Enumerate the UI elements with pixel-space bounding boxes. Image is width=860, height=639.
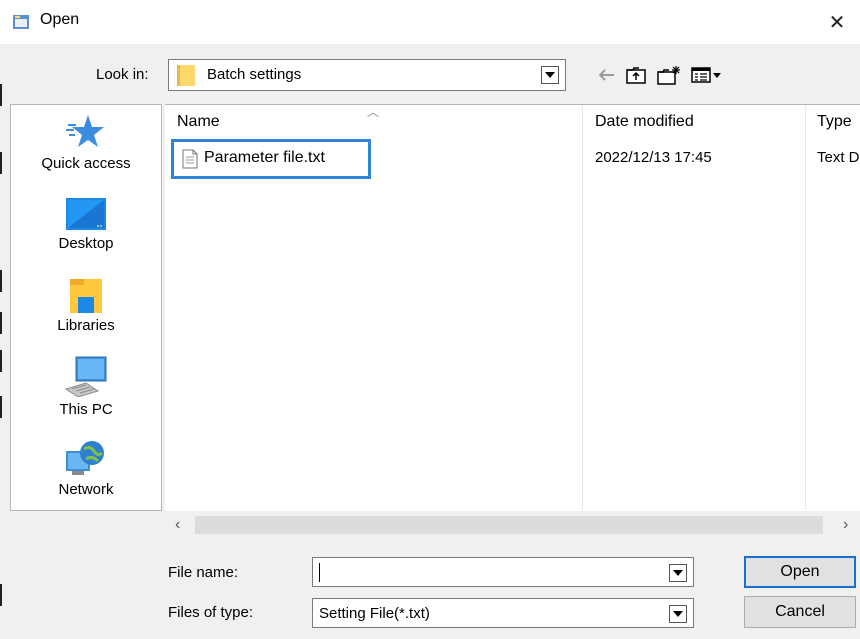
file-name-cell: Parameter file.txt [204,149,325,166]
column-header-name[interactable]: Name [177,113,220,131]
computer-icon [64,356,107,397]
scrollbar-thumb[interactable] [195,516,823,534]
edge-mark [0,584,2,606]
back-arrow-icon [599,69,614,81]
place-quick-access[interactable]: Quick access [11,111,161,172]
up-folder-icon [626,67,646,84]
place-label: This PC [59,401,113,418]
place-label: Libraries [57,317,115,334]
file-name-label: File name: [168,564,239,581]
file-name-combo[interactable] [312,557,694,587]
place-libraries[interactable]: Libraries [11,277,161,334]
chevron-down-icon [673,570,683,576]
up-folder-button[interactable] [624,63,648,87]
column-separator [582,105,583,510]
look-in-combo[interactable]: Batch settings [168,59,566,91]
file-date-cell: 2022/12/13 17:45 [595,149,712,166]
scroll-right-icon[interactable]: › [843,516,848,534]
file-list-view[interactable]: ︿ Name Date modified Type Parameter file… [165,104,860,511]
cancel-button[interactable]: Cancel [744,596,856,628]
back-button[interactable] [596,63,618,87]
edge-mark [0,152,2,174]
horizontal-scrollbar[interactable]: ‹ › [165,512,860,540]
network-icon [66,441,104,475]
column-separator [805,105,806,510]
open-dialog: Open ✕ Look in: Batch settings Quick acc… [0,0,860,639]
place-label: Desktop [58,235,114,252]
file-name-dropdown-button[interactable] [669,564,687,582]
column-header-type[interactable]: Type [817,113,852,131]
title-bar: Open ✕ [0,0,860,44]
files-of-type-dropdown-button[interactable] [669,605,687,623]
new-folder-icon [657,66,680,85]
place-label: Quick access [41,155,131,172]
chevron-down-icon [545,72,555,78]
place-label: Network [58,481,114,498]
edge-mark [0,312,2,334]
edge-mark [0,84,2,106]
files-of-type-label: Files of type: [168,604,254,621]
app-window-icon [13,15,29,29]
files-of-type-value: Setting File(*.txt) [319,605,430,622]
new-folder-button[interactable] [656,63,682,87]
file-type-cell: Text D [817,149,860,166]
libraries-icon [70,279,102,313]
place-this-pc[interactable]: This PC [11,355,161,418]
view-menu-button[interactable] [690,63,724,87]
desktop-icon [66,198,106,230]
edge-mark [0,350,2,372]
scroll-left-icon[interactable]: ‹ [175,516,180,534]
place-network[interactable]: Network [11,439,161,498]
open-button[interactable]: Open [744,556,856,588]
look-in-value: Batch settings [207,66,302,83]
folder-icon [177,65,195,86]
sort-ascending-icon: ︿ [367,105,380,119]
chevron-down-icon [673,611,683,617]
edge-mark [0,396,2,418]
look-in-dropdown-button[interactable] [541,66,559,84]
files-of-type-combo[interactable]: Setting File(*.txt) [312,598,694,628]
text-file-icon [182,149,198,169]
file-row[interactable]: Parameter file.txt [171,139,371,179]
places-bar: Quick access Desktop Libraries This PC N… [10,104,162,511]
place-desktop[interactable]: Desktop [11,197,161,252]
window-title: Open [40,11,80,28]
edge-mark [0,270,2,292]
close-button[interactable]: ✕ [814,0,860,44]
left-border [0,44,9,639]
look-in-label: Look in: [96,66,149,83]
column-header-date-modified[interactable]: Date modified [595,113,694,131]
star-icon [66,115,104,147]
text-caret [319,563,320,582]
view-menu-icon [691,67,721,83]
